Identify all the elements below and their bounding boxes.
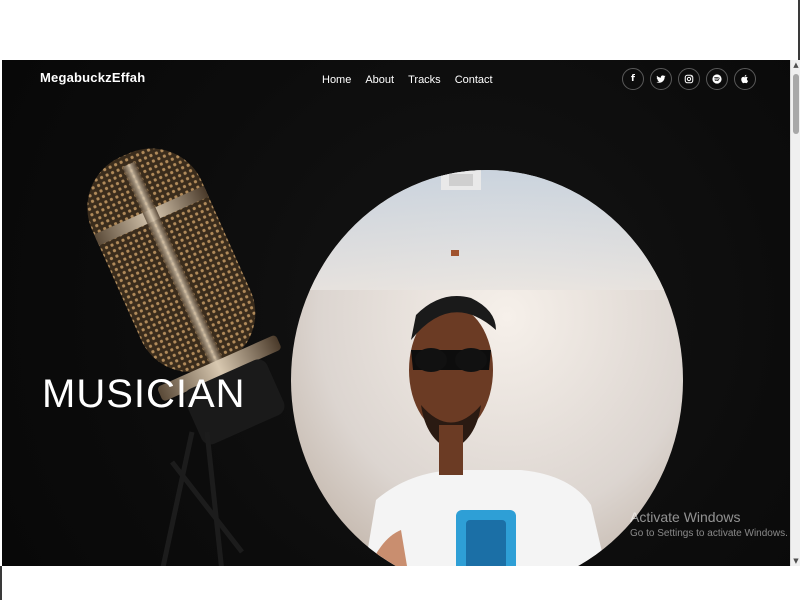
spotify-glyph bbox=[712, 74, 722, 84]
twitter-icon[interactable] bbox=[650, 68, 672, 90]
page-top-blank bbox=[0, 0, 800, 60]
instagram-glyph bbox=[684, 74, 694, 84]
nav-contact[interactable]: Contact bbox=[455, 74, 493, 86]
spotify-icon[interactable] bbox=[706, 68, 728, 90]
browser-viewport: MegabuckzEffah Home About Tracks Contact… bbox=[0, 0, 800, 600]
vertical-scrollbar[interactable]: ▲ ▼ bbox=[790, 60, 800, 566]
scroll-thumb[interactable] bbox=[793, 74, 799, 134]
apple-glyph bbox=[741, 74, 749, 84]
hero-headline: MUSICIAN bbox=[42, 372, 246, 416]
scroll-down-arrow-icon[interactable]: ▼ bbox=[792, 556, 800, 566]
apple-icon[interactable] bbox=[734, 68, 756, 90]
page-bottom-blank bbox=[0, 566, 800, 600]
hero-section: MegabuckzEffah Home About Tracks Contact… bbox=[2, 60, 790, 566]
main-nav: Home About Tracks Contact bbox=[322, 74, 493, 86]
microphone-image bbox=[87, 148, 285, 566]
windows-activation-title: Activate Windows bbox=[630, 509, 741, 525]
twitter-glyph bbox=[656, 75, 666, 83]
facebook-icon[interactable]: f bbox=[622, 68, 644, 90]
scroll-up-arrow-icon[interactable]: ▲ bbox=[792, 60, 800, 70]
site-brand-link[interactable]: MegabuckzEffah bbox=[40, 70, 145, 85]
instagram-icon[interactable] bbox=[678, 68, 700, 90]
nav-home[interactable]: Home bbox=[322, 74, 351, 86]
nav-about[interactable]: About bbox=[365, 74, 394, 86]
social-links: f bbox=[622, 68, 756, 90]
windows-activation-subtitle: Go to Settings to activate Windows. bbox=[630, 528, 788, 539]
nav-tracks[interactable]: Tracks bbox=[408, 74, 441, 86]
artist-portrait bbox=[291, 170, 683, 566]
